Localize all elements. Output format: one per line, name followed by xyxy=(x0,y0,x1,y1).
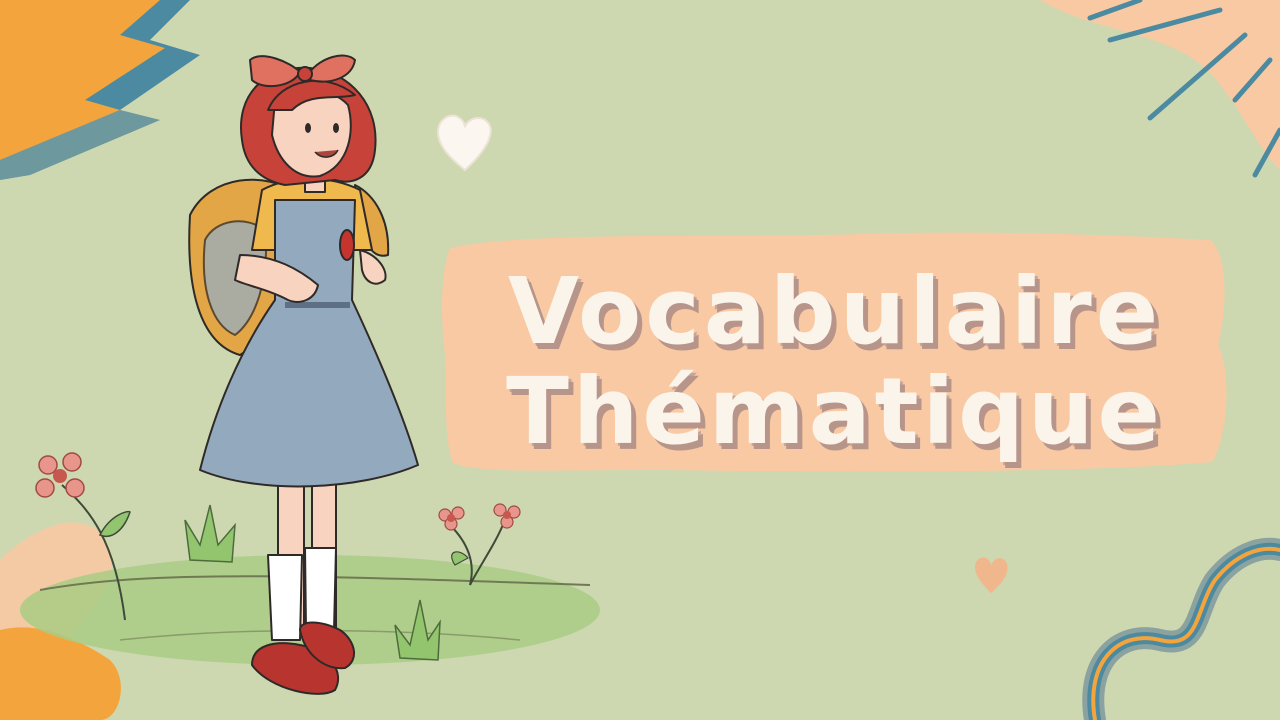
title-line-2: Thématique xyxy=(506,358,1164,465)
zigzag-decoration-top-left xyxy=(0,0,200,180)
title-banner: Vocabulaire Thématique xyxy=(440,226,1230,478)
sun-rays-icon xyxy=(1040,0,1280,178)
heart-icon xyxy=(975,557,1008,593)
wave-decoration xyxy=(1082,537,1280,720)
heart-icon xyxy=(436,114,492,172)
title-slide: Vocabulaire Thématique xyxy=(0,0,1280,720)
title-line-1: Vocabulaire xyxy=(507,258,1163,365)
